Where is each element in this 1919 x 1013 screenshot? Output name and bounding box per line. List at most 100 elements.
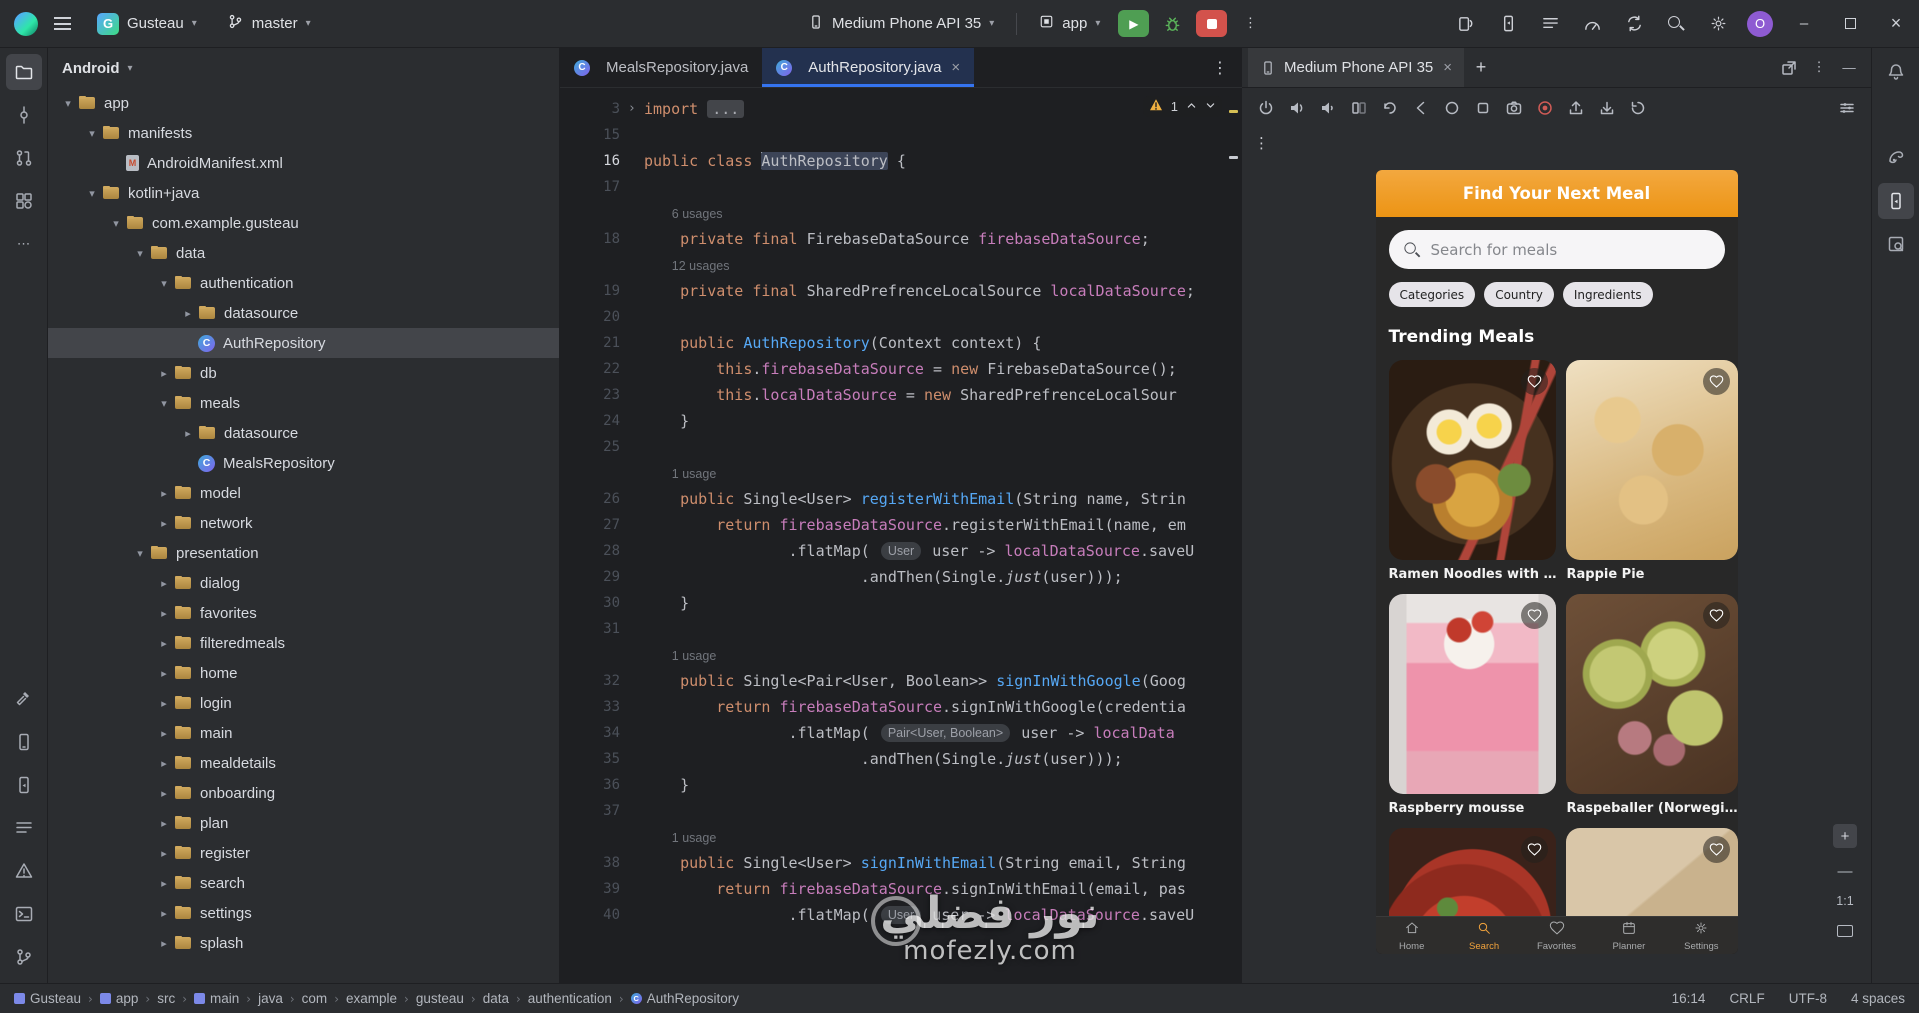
nav-item-planner[interactable]: Planner [1593,917,1665,954]
open-in-window-icon[interactable] [1775,55,1803,81]
favorite-button[interactable] [1521,368,1548,395]
commit-tool-icon[interactable] [6,97,42,133]
tree-item-presentation[interactable]: ▾presentation [48,538,559,568]
user-avatar[interactable]: O [1739,3,1781,45]
meal-card[interactable] [1566,828,1737,916]
file-encoding[interactable]: UTF-8 [1789,991,1827,1006]
more-actions-icon[interactable]: ⋮ [1235,3,1265,45]
meal-card-raspberry-mousse[interactable]: Raspberry mousse [1389,594,1557,816]
chevron-right-icon[interactable]: ▸ [154,667,174,680]
meal-card-raspeballer-norwegi[interactable]: Raspeballer (Norwegi… [1566,594,1737,816]
chevron-right-icon[interactable]: ▸ [154,637,174,650]
gutter[interactable] [560,824,644,850]
tree-item-login[interactable]: ▸login [48,688,559,718]
chevron-down-icon[interactable]: ▾ [82,127,102,140]
favorite-button[interactable] [1703,602,1730,629]
breadcrumb-src[interactable]: src [157,991,175,1006]
download-icon[interactable] [1593,95,1621,121]
project-tree[interactable]: ▾app▾manifestsMAndroidManifest.xml▾kotli… [48,88,559,983]
device-streaming-icon[interactable] [1445,3,1487,45]
tree-item-main[interactable]: ▸main [48,718,559,748]
chevron-right-icon[interactable]: ▸ [154,757,174,770]
gutter[interactable]: 3› [560,96,644,122]
gutter[interactable]: 25 [560,434,644,460]
breadcrumb-authentication[interactable]: authentication [528,991,612,1006]
tree-item-home[interactable]: ▸home [48,658,559,688]
chevron-down-icon[interactable]: ▾ [82,187,102,200]
sync-icon[interactable] [1613,3,1655,45]
next-issue-icon[interactable] [1205,99,1216,114]
gutter[interactable] [560,460,644,486]
device-tab[interactable]: Medium Phone API 35 × [1248,48,1464,87]
gutter[interactable] [560,642,644,668]
meal-card-rappie-pie[interactable]: Rappie Pie [1566,360,1737,582]
gutter[interactable] [560,252,644,278]
close-button[interactable]: × [1873,0,1919,48]
stop-button[interactable] [1196,10,1227,37]
profiler-icon[interactable] [1571,3,1613,45]
editor-tab-authrepository-java[interactable]: CAuthRepository.java× [762,48,974,87]
gutter[interactable]: 19 [560,278,644,304]
screenshot-icon[interactable] [1500,95,1528,121]
gutter[interactable]: 21 [560,330,644,356]
chevron-right-icon[interactable]: ▸ [154,877,174,890]
usages-inlay-hint[interactable]: 1 usage [672,831,716,845]
tree-item-meals[interactable]: ▾meals [48,388,559,418]
power-icon[interactable] [1252,95,1280,121]
run-configuration-selector[interactable]: app ▾ [1029,9,1110,38]
gutter[interactable]: 38 [560,850,644,876]
build-tool-icon[interactable] [6,681,42,717]
chevron-right-icon[interactable]: ▸ [154,787,174,800]
tree-item-onboarding[interactable]: ▸onboarding [48,778,559,808]
tree-item-db[interactable]: ▸db [48,358,559,388]
volume-down-icon[interactable] [1314,95,1342,121]
scrollbar-warning-mark[interactable] [1229,110,1238,113]
terminal-tool-icon[interactable] [6,896,42,932]
gutter[interactable]: 23 [560,382,644,408]
usages-inlay-hint[interactable]: 1 usage [672,467,716,481]
nav-item-home[interactable]: Home [1376,917,1448,954]
prev-issue-icon[interactable] [1186,99,1197,114]
gradle-tool-icon[interactable] [1878,140,1914,176]
run-button[interactable]: ▶ [1118,10,1149,37]
tree-item-androidmanifest-xml[interactable]: MAndroidManifest.xml [48,148,559,178]
tree-item-filteredmeals[interactable]: ▸filteredmeals [48,628,559,658]
project-selector[interactable]: G Gusteau ▾ [87,8,207,40]
filter-chip-country[interactable]: Country [1484,282,1554,307]
settings-icon[interactable] [1697,3,1739,45]
overview-icon[interactable] [1469,95,1497,121]
extended-controls-icon[interactable] [1833,95,1861,121]
more-tool-windows-icon[interactable]: ⋯ [6,226,42,262]
gutter[interactable]: 32 [560,668,644,694]
chevron-right-icon[interactable]: ▸ [154,697,174,710]
chevron-down-icon[interactable]: ▾ [130,247,150,260]
filter-chip-ingredients[interactable]: Ingredients [1563,282,1653,307]
chevron-right-icon[interactable]: ▸ [154,577,174,590]
chevron-right-icon[interactable]: ▸ [154,487,174,500]
editor-tab-mealsrepository-java[interactable]: CMealsRepository.java [560,48,762,87]
chevron-right-icon[interactable]: ▸ [154,727,174,740]
chevron-right-icon[interactable]: ▸ [154,907,174,920]
minimize-button[interactable]: – [1781,0,1827,48]
emulator-more-icon[interactable]: ⋮ [1254,134,1269,152]
snapshot-restore-icon[interactable] [1624,95,1652,121]
rotate-device-icon[interactable] [1376,95,1404,121]
back-icon[interactable] [1407,95,1435,121]
tree-item-kotlin-java[interactable]: ▾kotlin+java [48,178,559,208]
notifications-icon[interactable] [1878,54,1914,90]
gutter[interactable]: 22 [560,356,644,382]
maximize-button[interactable] [1827,0,1873,48]
tree-item-register[interactable]: ▸register [48,838,559,868]
zoom-ratio-label[interactable]: 1:1 [1836,894,1853,908]
chevron-down-icon[interactable]: ▾ [154,277,174,290]
gutter[interactable]: 27 [560,512,644,538]
gutter[interactable]: 16 [560,148,644,174]
gutter[interactable]: 20 [560,304,644,330]
gutter[interactable]: 18 [560,226,644,252]
tree-item-mealdetails[interactable]: ▸mealdetails [48,748,559,778]
tree-item-search[interactable]: ▸search [48,868,559,898]
nav-item-search[interactable]: Search [1448,917,1520,954]
chevron-right-icon[interactable]: ▸ [178,307,198,320]
nav-item-settings[interactable]: Settings [1665,917,1737,954]
branch-selector[interactable]: master ▾ [217,8,321,39]
